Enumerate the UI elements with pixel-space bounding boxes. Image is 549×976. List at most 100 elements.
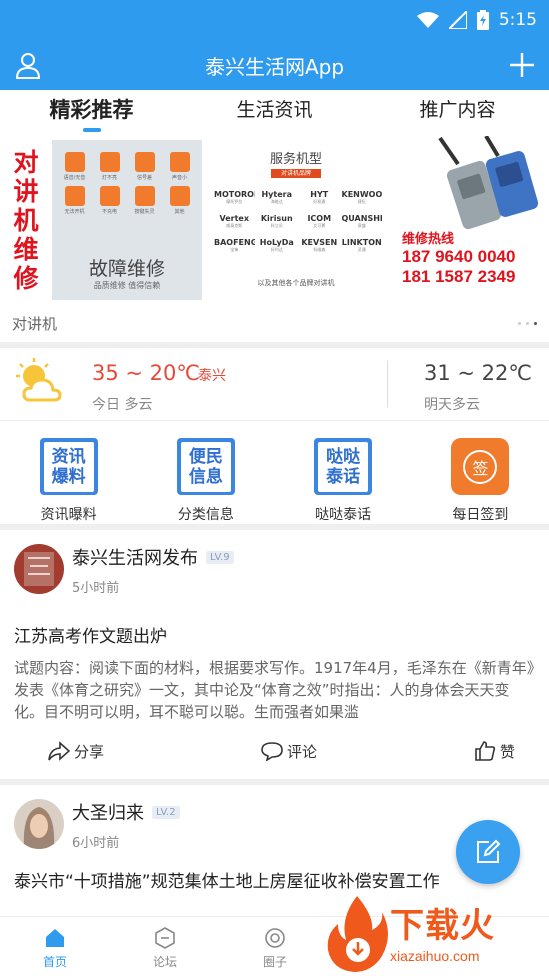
classifieds-icon: 便民 信息 [176,438,235,495]
quick-dialect-chat-label: 哒哒泰话 [315,507,372,523]
hotline-label: 维修热线 [402,232,455,247]
fault-tile-label: 无法开机 [64,209,85,215]
checkin-icon: 签 [451,438,510,495]
service-tag: 对讲机品牌 [271,169,321,178]
post-card[interactable]: 泰兴生活网发布 LV.9 5小时前 江苏高考作文题出炉 试题内容：阅读下面的材料，… [0,530,549,723]
fault-subtitle: 品质维修 值得信赖 [93,281,161,290]
post-title[interactable]: 泰兴市“十项措施”规范集体土地上房屋征收补偿安置工作 [14,867,535,892]
brand-logo: LINKTON 灵通 [341,238,382,252]
signal-icon [448,11,467,29]
add-icon[interactable] [509,52,535,78]
partly-cloudy-icon [0,348,80,420]
post-author[interactable]: 泰兴生活网发布 [72,544,198,570]
user-icon[interactable] [14,51,42,79]
brand-logo: QUANSHENG泉盛 [341,214,383,228]
post-author[interactable]: 大圣归来 [72,799,144,825]
nav-forum[interactable]: 论坛 [110,917,220,976]
carousel-dots [518,321,537,325]
watermark-logo: 下载火 xiazaihuo.com [318,890,549,976]
fault-tile: 灯不亮 [95,152,124,182]
fault-tile-label: 声音小 [171,175,187,181]
nav-circle[interactable]: 圈子 [220,917,330,976]
comment-icon [261,742,283,761]
quick-news-tip[interactable]: 资讯 爆料 资讯曝料 [0,421,137,524]
brand-logo: KEVSEN 科维森 [301,238,338,252]
circle-icon [265,928,285,948]
quick-classifieds[interactable]: 便民 信息 分类信息 [137,421,274,524]
walkie-talkie-image [438,136,539,230]
fault-tile-icon [64,186,85,206]
quick-dialect-chat[interactable]: 哒哒 泰话 哒哒泰话 [275,421,412,524]
avatar[interactable] [14,799,64,849]
watermark-text: 下载火 [390,906,495,946]
share-button[interactable]: 分享 [48,741,104,762]
banner-red-title: 对 讲 机 维 修 [13,147,39,293]
watermark-url: xiazaihuo.com [390,948,480,964]
post-time: 6小时前 [72,836,120,851]
banner-repair-panel: 对 讲 机 维 修 语音/无音 灯不亮 信号差 声音小 无法开机 不充电 按键失灵 其他 故障… [0,136,202,304]
tomorrow-desc: 明天多云 [424,397,480,413]
weather-widget[interactable]: 35 ~ 20℃ 泰兴 今日 多云 31 ~ 22℃ 明天多云 [0,348,549,420]
fault-tile: 不充电 [95,186,124,216]
quick-news-tip-label: 资讯曝料 [40,507,97,523]
app-bar: 泰兴生活网App [0,40,549,90]
quick-links: 资讯 爆料 资讯曝料 便民 信息 分类信息 哒哒 泰话 哒哒泰话 签 每日签到 [0,420,549,524]
app-title: 泰兴生活网App [204,54,345,79]
weather-today: 35 ~ 20℃ 泰兴 今日 多云 [80,348,380,420]
post-actions: 分享 评论 赞 [0,723,549,779]
weather-tomorrow: 31 ~ 22℃ 明天多云 [388,348,549,420]
banner-carousel[interactable]: 对 讲 机 维 修 语音/无音 灯不亮 信号差 声音小 无法开机 不充电 按键失灵 其他 故障… [0,136,549,304]
status-time: 5:15 [498,10,537,30]
weather-city: 泰兴 [198,368,226,384]
fault-tile-icon [134,186,155,206]
share-icon [48,741,70,761]
brand-logo: MOTOROLA摩托罗拉 [214,190,255,204]
home-icon [46,929,64,947]
banner-caption-row: 对讲机 [0,304,549,342]
comment-button[interactable]: 评论 [261,741,317,762]
tab-bar: 精彩推荐 生活资讯 推广内容 [0,90,549,136]
flame-icon [327,896,388,972]
avatar[interactable] [14,544,64,594]
service-note: 以及其他各个品牌对讲机 [257,279,335,287]
fault-tile-icon [99,186,120,206]
nav-home[interactable]: 首页 [0,917,110,976]
brand-logo: BAOFENG 宝锋 [214,238,255,252]
fault-tile-label: 其他 [174,209,185,215]
news-tip-icon: 资讯 爆料 [39,438,98,495]
fault-tile-icon [169,186,190,206]
banner-caption: 对讲机 [12,314,58,333]
brand-logo: Kirisun 科立讯 [260,214,293,228]
quick-classifieds-label: 分类信息 [177,507,234,523]
quick-daily-checkin-label: 每日签到 [452,507,509,523]
tab-promotions[interactable]: 推广内容 [366,90,549,136]
fault-tile: 其他 [165,186,194,216]
fault-tile-label: 信号差 [136,175,152,181]
battery-icon [476,10,489,30]
brand-logo: Hytera 海能达 [261,190,292,204]
brand-logo: Vertex 威泰克斯 [219,214,250,228]
fault-repair-card: 语音/无音 灯不亮 信号差 声音小 无法开机 不充电 按键失灵 其他 故障维修 品质维修 值得… [52,140,202,300]
edit-icon [477,839,501,863]
like-button[interactable]: 赞 [474,740,515,762]
fault-tile: 语音/无音 [60,152,89,182]
post-title[interactable]: 江苏高考作文题出炉 [14,622,535,647]
fault-tile: 无法开机 [60,186,89,216]
banner-hotline-panel: 维修热线 187 9640 0040 181 1587 2349 [390,136,549,304]
fault-tile-label: 语音/无音 [63,175,86,181]
level-badge: LV.2 [152,805,180,819]
compose-button[interactable] [456,820,520,884]
brand-logo: HYT 好易通 [310,190,329,204]
fault-tile-label: 灯不亮 [101,175,117,181]
tab-featured[interactable]: 精彩推荐 [0,90,183,136]
hotline-phone-2: 181 1587 2349 [402,267,516,286]
tomorrow-temp: 31 ~ 22℃ [424,361,532,385]
banner-brands-panel: 服务机型 对讲机品牌 MOTOROLA摩托罗拉 Hytera海能达 HYT好易通 KE… [202,136,390,304]
fault-tile-icon [99,152,120,172]
tab-life-news[interactable]: 生活资讯 [183,90,366,136]
dialect-chat-icon: 哒哒 泰话 [314,438,373,495]
status-bar: 5:15 [0,0,549,40]
level-badge: LV.9 [206,550,234,564]
post-time: 5小时前 [72,581,120,596]
quick-daily-checkin[interactable]: 签 每日签到 [412,421,549,524]
